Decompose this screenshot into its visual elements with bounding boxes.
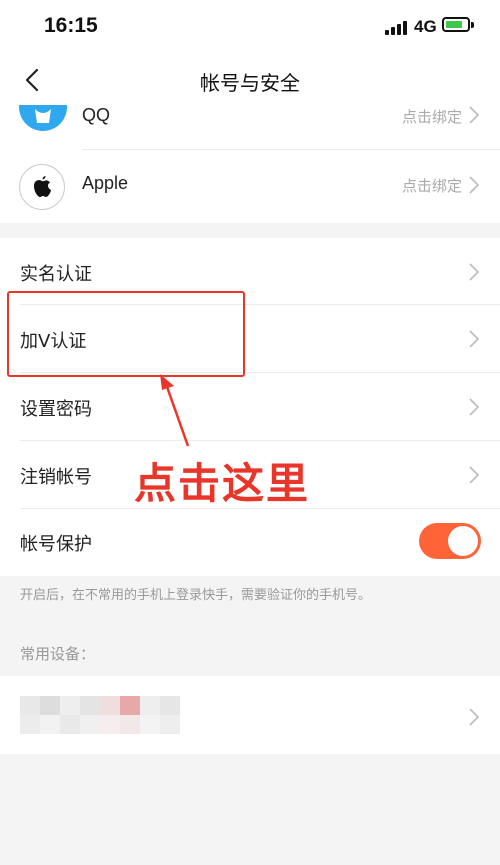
device-name-blurred <box>20 696 180 734</box>
settings-section: 实名认证 加V认证 设置密码 注销帐号 帐号保护 <box>0 238 500 576</box>
devices-section <box>0 676 500 754</box>
settings-label: 设置密码 <box>20 399 92 420</box>
settings-label: 注销帐号 <box>20 467 92 488</box>
protection-label: 帐号保护 <box>20 534 92 555</box>
protection-hint: 开启后，在不常用的手机上登录快手，需要验证你的手机号。 <box>20 588 372 603</box>
binding-action-apple: 点击绑定 <box>401 177 462 195</box>
settings-row-protection: 帐号保护 <box>0 509 500 576</box>
device-row[interactable] <box>0 676 500 754</box>
binding-row-apple[interactable]: Apple 点击绑定 <box>0 150 500 223</box>
status-time: 16:15 <box>44 14 98 37</box>
settings-label: 实名认证 <box>20 264 92 285</box>
devices-header: 常用设备： <box>20 645 96 663</box>
page-title: 帐号与安全 <box>200 71 300 95</box>
network-type: 4G <box>414 17 437 36</box>
chevron-right-icon <box>469 466 480 484</box>
bindings-section: QQ 点击绑定 Apple 点击绑定 <box>0 105 500 223</box>
chevron-right-icon <box>469 263 480 281</box>
annotation-arrow-icon <box>160 374 190 447</box>
binding-label-apple: Apple <box>82 173 129 193</box>
protection-toggle[interactable] <box>419 523 481 559</box>
chevron-right-icon <box>469 106 480 124</box>
qq-icon <box>19 105 67 131</box>
binding-action-qq: 点击绑定 <box>401 108 462 126</box>
apple-icon <box>19 164 65 210</box>
binding-row-qq[interactable]: QQ 点击绑定 <box>0 105 500 150</box>
chevron-right-icon <box>469 398 480 416</box>
chevron-right-icon <box>469 330 480 348</box>
battery-cap <box>471 22 474 28</box>
status-bar: 16:15 4G <box>0 0 500 55</box>
binding-label-qq: QQ <box>82 105 111 125</box>
chevron-right-icon <box>469 708 480 726</box>
annotation-text: 点击这里 <box>134 459 311 508</box>
toggle-knob <box>448 526 478 556</box>
battery-icon <box>442 17 470 32</box>
settings-row-set-password[interactable]: 设置密码 <box>0 373 500 441</box>
signal-icon <box>385 19 407 35</box>
annotation-highlight-box <box>7 291 245 377</box>
chevron-right-icon <box>469 176 480 194</box>
nav-bar: 帐号与安全 <box>0 55 500 105</box>
